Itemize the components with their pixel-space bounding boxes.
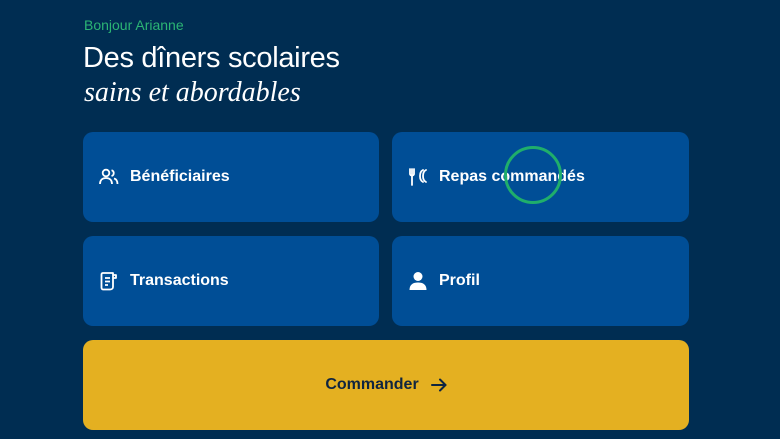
home-screen: Bonjour Arianne Des dîners scolaires sai…	[0, 0, 780, 439]
transactions-card[interactable]: Transactions	[83, 236, 379, 326]
user-icon	[408, 271, 428, 291]
utensils-icon	[408, 167, 428, 187]
profile-label: Profil	[439, 272, 480, 289]
beneficiaries-label: Bénéficiaires	[130, 168, 230, 185]
page-subtitle: sains et abordables	[84, 77, 301, 108]
profile-card[interactable]: Profil	[392, 236, 689, 326]
beneficiaries-card[interactable]: Bénéficiaires	[83, 132, 379, 222]
transactions-label: Transactions	[130, 272, 229, 289]
users-icon	[99, 167, 119, 187]
page-title: Des dîners scolaires	[83, 42, 340, 74]
greeting-text: Bonjour Arianne	[84, 17, 184, 33]
ordered-meals-card[interactable]: Repas commandés	[392, 132, 689, 222]
ordered-meals-label: Repas commandés	[439, 168, 585, 185]
order-button-label: Commander	[325, 376, 419, 393]
order-button[interactable]: Commander	[83, 340, 689, 430]
receipt-icon	[99, 271, 119, 291]
arrow-right-icon	[430, 378, 447, 392]
